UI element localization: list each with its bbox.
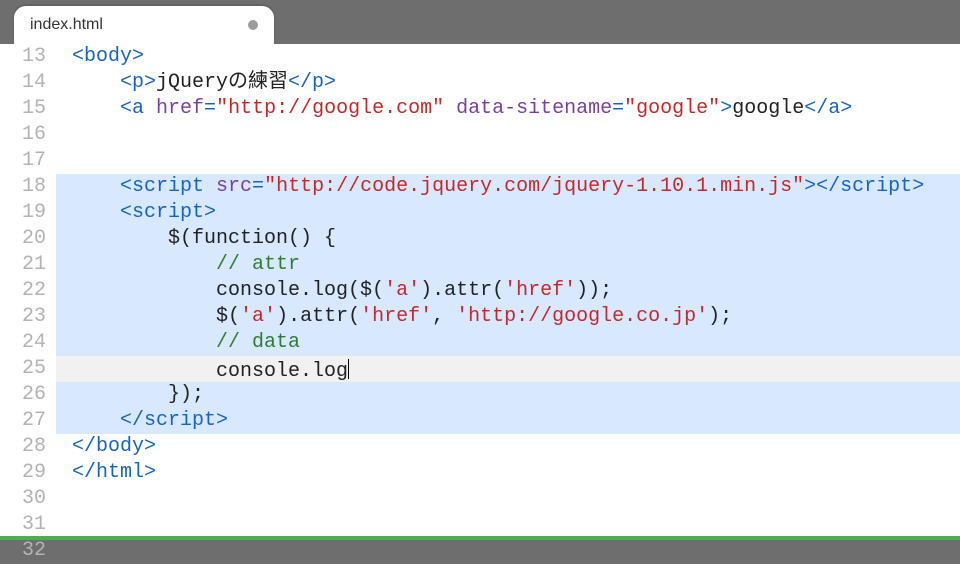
status-bar [0,536,960,540]
unsaved-indicator-icon [248,20,258,30]
code-line[interactable]: <script src="http://code.jquery.com/jque… [56,174,960,200]
code-line[interactable]: <script> [56,200,960,226]
code-line[interactable]: }); [56,382,960,408]
code-line[interactable]: // data [56,330,960,356]
line-number: 25 [0,356,46,382]
code-line[interactable] [56,486,960,512]
tab-filename: index.html [30,16,248,34]
line-number: 24 [0,330,46,356]
line-number: 28 [0,434,46,460]
line-number: 18 [0,174,46,200]
line-number: 16 [0,122,46,148]
line-number: 13 [0,44,46,70]
line-number: 26 [0,382,46,408]
line-number: 27 [0,408,46,434]
line-number: 19 [0,200,46,226]
line-number: 14 [0,70,46,96]
line-number: 20 [0,226,46,252]
code-area[interactable]: <body> <p>jQueryの練習</p> <a href="http://… [56,44,960,536]
code-line[interactable] [56,122,960,148]
line-number: 21 [0,252,46,278]
code-line[interactable]: </script> [56,408,960,434]
line-number: 29 [0,460,46,486]
code-line[interactable]: $(function() { [56,226,960,252]
code-line[interactable] [56,148,960,174]
line-number-gutter: 1314151617181920212223242526272829303132 [0,44,56,536]
line-number: 23 [0,304,46,330]
line-number: 32 [0,538,46,564]
code-line[interactable]: console.log [56,356,960,382]
code-line[interactable]: <body> [56,44,960,70]
code-line[interactable]: </html> [56,460,960,486]
editor-tab[interactable]: index.html [14,6,274,44]
code-line[interactable]: <p>jQueryの練習</p> [56,70,960,96]
code-line[interactable] [56,538,960,564]
code-line[interactable]: $('a').attr('href', 'http://google.co.jp… [56,304,960,330]
line-number: 22 [0,278,46,304]
text-caret [348,359,349,379]
code-line[interactable]: </body> [56,434,960,460]
line-number: 15 [0,96,46,122]
line-number: 17 [0,148,46,174]
code-line[interactable] [56,512,960,538]
code-editor[interactable]: 1314151617181920212223242526272829303132… [0,44,960,536]
code-line[interactable]: console.log($('a').attr('href')); [56,278,960,304]
code-line[interactable]: <a href="http://google.com" data-sitenam… [56,96,960,122]
tab-bar: index.html [0,0,960,44]
code-line[interactable]: // attr [56,252,960,278]
line-number: 31 [0,512,46,538]
line-number: 30 [0,486,46,512]
